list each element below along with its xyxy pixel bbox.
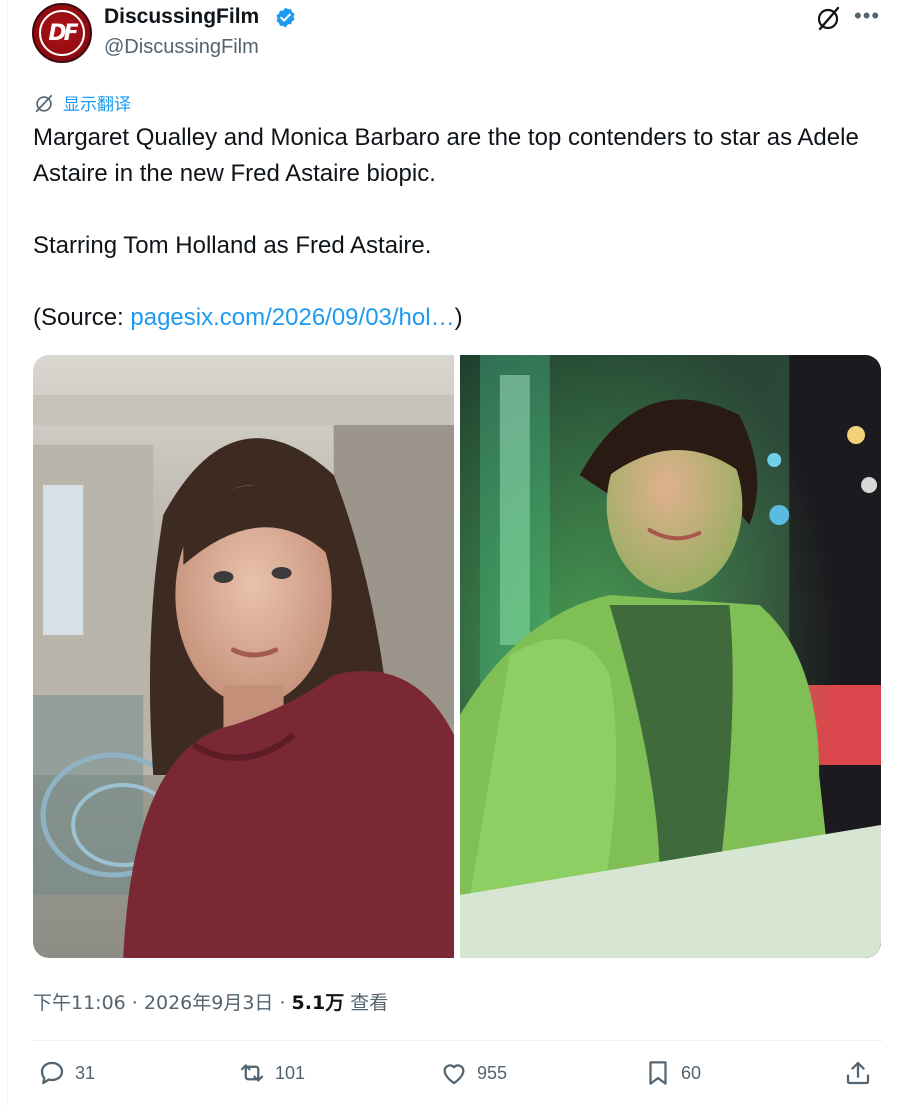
tweet-media-grid xyxy=(33,355,881,958)
author-avatar[interactable]: DF xyxy=(32,3,92,63)
avatar-ring: DF xyxy=(39,10,85,56)
bookmark-button[interactable]: 60 xyxy=(643,1058,701,1088)
views-label: 查看 xyxy=(344,992,389,1014)
tweet-line-2: Starring Tom Holland as Fred Astaire. xyxy=(33,232,432,259)
tweet-source-line: (Source: pagesix.com/2026/09/03/hol…) xyxy=(33,300,873,336)
media-photo-1[interactable] xyxy=(33,355,454,958)
bookmark-count: 60 xyxy=(681,1062,702,1083)
source-prefix: (Source: xyxy=(33,304,131,331)
author-handle[interactable]: @DiscussingFilm xyxy=(104,36,259,59)
photo-margaret-qualley xyxy=(33,355,454,958)
avatar-logo-text: DF xyxy=(48,20,78,46)
tweet-time[interactable]: 下午11:06 xyxy=(33,992,126,1014)
meta-separator-2: · xyxy=(273,992,292,1014)
like-button[interactable]: 955 xyxy=(439,1058,507,1088)
meta-separator: · xyxy=(125,992,144,1014)
translate-icon xyxy=(35,94,53,112)
tweet-text: Margaret Qualley and Monica Barbaro are … xyxy=(33,120,873,336)
heart-icon xyxy=(443,1064,465,1085)
timeline-left-border xyxy=(7,0,8,1106)
reply-count: 31 xyxy=(75,1062,96,1083)
like-count: 955 xyxy=(477,1062,508,1083)
repost-icon xyxy=(240,1064,264,1082)
more-options-icon[interactable]: ••• xyxy=(854,2,880,30)
verified-badge-icon xyxy=(276,7,295,28)
source-link[interactable]: pagesix.com/2026/09/03/hol… xyxy=(130,304,454,331)
repost-button[interactable]: 101 xyxy=(237,1058,305,1088)
meta-divider xyxy=(33,1040,883,1041)
tweet-date[interactable]: 2026年9月3日 xyxy=(144,992,274,1014)
reply-button[interactable]: 31 xyxy=(37,1058,95,1088)
repost-count: 101 xyxy=(275,1062,306,1083)
show-translation-label: 显示翻译 xyxy=(63,95,131,115)
media-photo-2[interactable] xyxy=(460,355,881,958)
tweet-actions: 31 101 955 60 xyxy=(33,1058,883,1098)
grok-icon[interactable] xyxy=(814,4,842,32)
source-suffix: ) xyxy=(454,304,463,331)
tweet-meta: 下午11:06 · 2026年9月3日 · 5.1万 查看 xyxy=(33,988,388,1015)
views-count: 5.1万 xyxy=(291,992,345,1014)
share-button[interactable] xyxy=(843,1058,873,1088)
photo-monica-barbaro xyxy=(460,355,881,958)
tweet-line-1: Margaret Qualley and Monica Barbaro are … xyxy=(33,124,859,187)
show-translation-link[interactable]: 显示翻译 xyxy=(33,90,131,115)
share-icon xyxy=(846,1061,870,1085)
bookmark-icon xyxy=(649,1061,667,1085)
reply-icon xyxy=(40,1061,64,1085)
author-display-name[interactable]: DiscussingFilm xyxy=(104,5,259,29)
